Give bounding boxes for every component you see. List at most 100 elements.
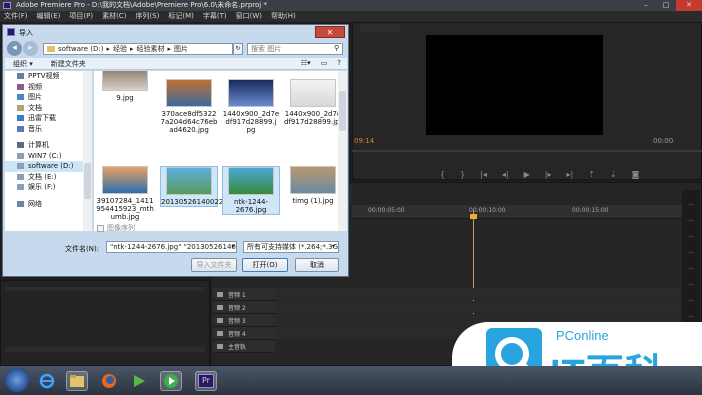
cancel-button[interactable]: 取消: [295, 258, 339, 272]
file-name: 1440x900_2d7e df917d28899.j pg: [222, 110, 280, 134]
audio-track-lane[interactable]: [275, 288, 680, 300]
menu-clip[interactable]: 素材(C): [102, 11, 126, 22]
navigation-scrollbar[interactable]: [83, 71, 92, 231]
scrollbar-thumb[interactable]: [339, 91, 346, 131]
mark-out-icon[interactable]: }: [460, 170, 465, 179]
breadcrumb-item[interactable]: software (D:): [58, 45, 104, 53]
help-icon[interactable]: ?: [337, 59, 341, 67]
minimize-button[interactable]: –: [636, 0, 656, 11]
file-item[interactable]: 9.jpg: [96, 71, 154, 102]
sidebar-item[interactable]: 计算机: [5, 140, 92, 151]
organize-menu[interactable]: 组织 ▾: [13, 59, 33, 69]
firefox-icon[interactable]: [98, 371, 120, 391]
sidebar-item[interactable]: 文档 (E:): [5, 172, 92, 183]
timeline-ruler[interactable]: 00:00:05:00 00:00:10:00 00:00:15:00: [352, 205, 682, 219]
filetype-dropdown-icon[interactable]: ▾: [332, 243, 335, 250]
start-button[interactable]: [5, 368, 29, 392]
speaker-icon[interactable]: [217, 330, 223, 336]
sidebar-item[interactable]: WIN7 (C:): [5, 151, 92, 162]
sidebar-item[interactable]: 文档: [5, 103, 92, 114]
menu-window[interactable]: 窗口(W): [236, 11, 262, 22]
menu-title[interactable]: 字幕(T): [203, 11, 227, 22]
extract-icon[interactable]: ⇣: [610, 170, 617, 179]
menu-sequence[interactable]: 序列(S): [135, 11, 159, 22]
audio-track-header[interactable]: 主音轨: [213, 340, 275, 353]
view-options-icon[interactable]: ☷▾: [301, 59, 311, 67]
menu-marker[interactable]: 标记(M): [168, 11, 194, 22]
menu-project[interactable]: 项目(P): [69, 11, 93, 22]
monitor-tab[interactable]: [360, 24, 400, 32]
file-item[interactable]: ntk-1244-2676.jpg: [222, 166, 280, 215]
open-button[interactable]: 打开(O): [242, 258, 288, 272]
file-item[interactable]: 39107284_1411 954415923_mth umb.jpg: [96, 166, 154, 221]
speaker-icon[interactable]: [217, 317, 223, 323]
forward-button[interactable]: ▸: [23, 41, 38, 56]
filename-input[interactable]: "ntk-1244-2676.jpg" "20130526140022_5: [106, 241, 237, 253]
breadcrumb-item[interactable]: 经验: [113, 44, 127, 54]
sidebar-item[interactable]: 迅雷下载: [5, 113, 92, 124]
monitor-scrubber[interactable]: [352, 150, 702, 152]
explorer-icon[interactable]: [66, 371, 88, 391]
audio-track-lane[interactable]: [275, 301, 680, 313]
timecode-current: 09:14: [354, 137, 375, 145]
image-thumbnail: [290, 166, 336, 194]
file-item[interactable]: 1440x900_2d7e df917d28899.jpg: [284, 79, 344, 126]
filetype-value: 所有可支持媒体 (*.264;*.3G2;*: [247, 243, 339, 251]
sidebar-item[interactable]: 视频: [5, 82, 92, 93]
image-thumbnail: [228, 79, 274, 107]
breadcrumb-item[interactable]: 经验素材: [137, 44, 165, 54]
menu-file[interactable]: 文件(F): [4, 11, 28, 22]
filename-dropdown-icon[interactable]: ▾: [229, 242, 237, 252]
close-window-button[interactable]: ✕: [676, 0, 702, 11]
speaker-icon[interactable]: [217, 304, 223, 310]
filetype-select[interactable]: 所有可支持媒体 (*.264;*.3G2;*: [243, 241, 339, 253]
scrollbar-thumb[interactable]: [84, 163, 91, 199]
go-to-in-icon[interactable]: |◂: [480, 170, 487, 179]
file-item[interactable]: 1440x900_2d7e df917d28899.j pg: [222, 79, 280, 134]
file-item[interactable]: timg (1).jpg: [284, 166, 342, 205]
lift-icon[interactable]: ⇡: [588, 170, 595, 179]
image-sequence-checkbox[interactable]: [97, 224, 104, 232]
sidebar-item[interactable]: PPTV视频: [5, 71, 92, 82]
premiere-icon[interactable]: Pr: [195, 371, 217, 391]
import-folder-button[interactable]: 导入文件夹: [191, 258, 237, 272]
step-forward-icon[interactable]: |▸: [545, 170, 552, 179]
search-icon[interactable]: ⚲: [334, 44, 339, 52]
ie-icon[interactable]: [36, 371, 58, 391]
audio-track-header[interactable]: 音频 3: [213, 314, 275, 327]
mark-in-icon[interactable]: {: [440, 170, 445, 179]
playhead-handle[interactable]: [470, 214, 477, 219]
export-frame-icon[interactable]: ◙: [632, 170, 640, 179]
back-button[interactable]: ◂: [7, 41, 22, 56]
sidebar-item[interactable]: 音乐: [5, 124, 92, 135]
search-input[interactable]: 搜索 图片: [247, 43, 343, 55]
sidebar-item[interactable]: software (D:): [5, 161, 92, 172]
speaker-icon[interactable]: [217, 343, 223, 349]
dialog-close-button[interactable]: ✕: [315, 26, 345, 38]
refresh-button[interactable]: ↻: [233, 43, 243, 55]
step-back-icon[interactable]: ◂|: [502, 170, 509, 179]
audio-track-header[interactable]: 音频 4: [213, 327, 275, 340]
file-item[interactable]: 20130526140022_5fM.le.jpg: [160, 166, 261, 207]
media-player-icon[interactable]: [128, 371, 150, 391]
file-name: timg (1).jpg: [292, 197, 334, 205]
file-item[interactable]: 370ace8df5322 7a204d64c76eb ad4620.jpg: [160, 79, 218, 134]
sidebar-item[interactable]: 娱乐 (F:): [5, 182, 92, 193]
menu-edit[interactable]: 编辑(E): [37, 11, 61, 22]
menu-help[interactable]: 帮助(H): [271, 11, 296, 22]
preview-pane-icon[interactable]: ▭: [321, 59, 328, 67]
view-controls: ☷▾ ▭ ?: [301, 59, 341, 67]
speaker-icon[interactable]: [217, 291, 223, 297]
audio-track-header[interactable]: 音频 1: [213, 288, 275, 301]
pptv-icon[interactable]: [160, 371, 182, 391]
maximize-button[interactable]: □: [656, 0, 676, 11]
address-bar[interactable]: software (D:) ▸ 经验 ▸ 经验素材 ▸ 图片: [43, 43, 233, 55]
new-folder-button[interactable]: 新建文件夹: [51, 59, 86, 69]
file-list-scrollbar[interactable]: [338, 71, 347, 231]
play-icon[interactable]: ▶: [524, 170, 530, 179]
breadcrumb-item[interactable]: 图片: [174, 44, 188, 54]
sidebar-item[interactable]: 图片: [5, 92, 92, 103]
go-to-out-icon[interactable]: ▸|: [567, 170, 574, 179]
audio-track-header[interactable]: 音频 2: [213, 301, 275, 314]
sidebar-item[interactable]: 网络: [5, 199, 92, 210]
